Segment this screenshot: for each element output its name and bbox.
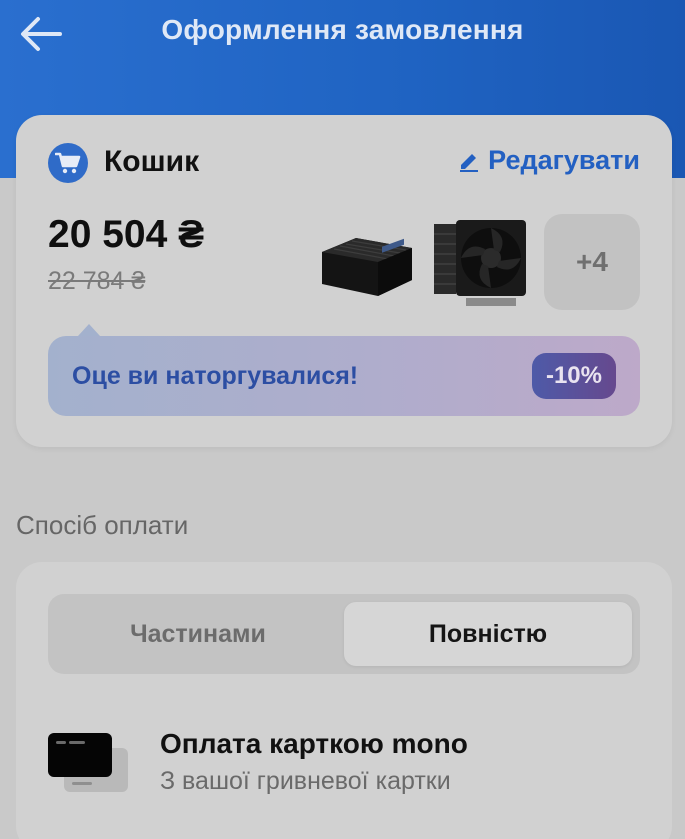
payment-section-label: Спосіб оплати: [16, 510, 189, 540]
cart-title: Кошик: [104, 145, 200, 178]
cpu-cooler-image[interactable]: [430, 213, 528, 311]
power-supply-image[interactable]: [318, 213, 416, 311]
promo-pointer: [78, 324, 100, 336]
page-title: Оформлення замовлення: [161, 14, 524, 45]
edit-cart-link[interactable]: Редагувати: [458, 145, 640, 176]
payment-card: Частинами Повністю Оплата карткою mono З…: [16, 562, 672, 839]
payment-method-subtitle: З вашої гривневої картки: [160, 767, 451, 795]
tab-full-payment[interactable]: Повністю: [344, 602, 632, 666]
card-icon: [48, 730, 132, 800]
cart-icon: [48, 143, 88, 183]
cart-old-price: 22 784 ₴: [48, 267, 146, 295]
payment-type-switch[interactable]: Частинами Повністю: [48, 594, 640, 674]
promo-banner: Оце ви наторгувалися! -10%: [48, 324, 640, 416]
cart-card[interactable]: Кошик Редагувати 20 504 ₴ 22 784 ₴ +4 Оц…: [16, 115, 672, 447]
pencil-icon: [460, 153, 479, 172]
more-items-badge[interactable]: +4: [544, 214, 640, 310]
cart-total-price: 20 504 ₴: [48, 213, 205, 256]
tab-installments[interactable]: Частинами: [54, 602, 342, 666]
promo-text: Оце ви наторгувалися!: [72, 362, 359, 390]
edit-cart-label: Редагувати: [488, 145, 640, 175]
payment-method-title[interactable]: Оплата карткою mono: [160, 728, 468, 760]
discount-badge: -10%: [531, 353, 616, 399]
